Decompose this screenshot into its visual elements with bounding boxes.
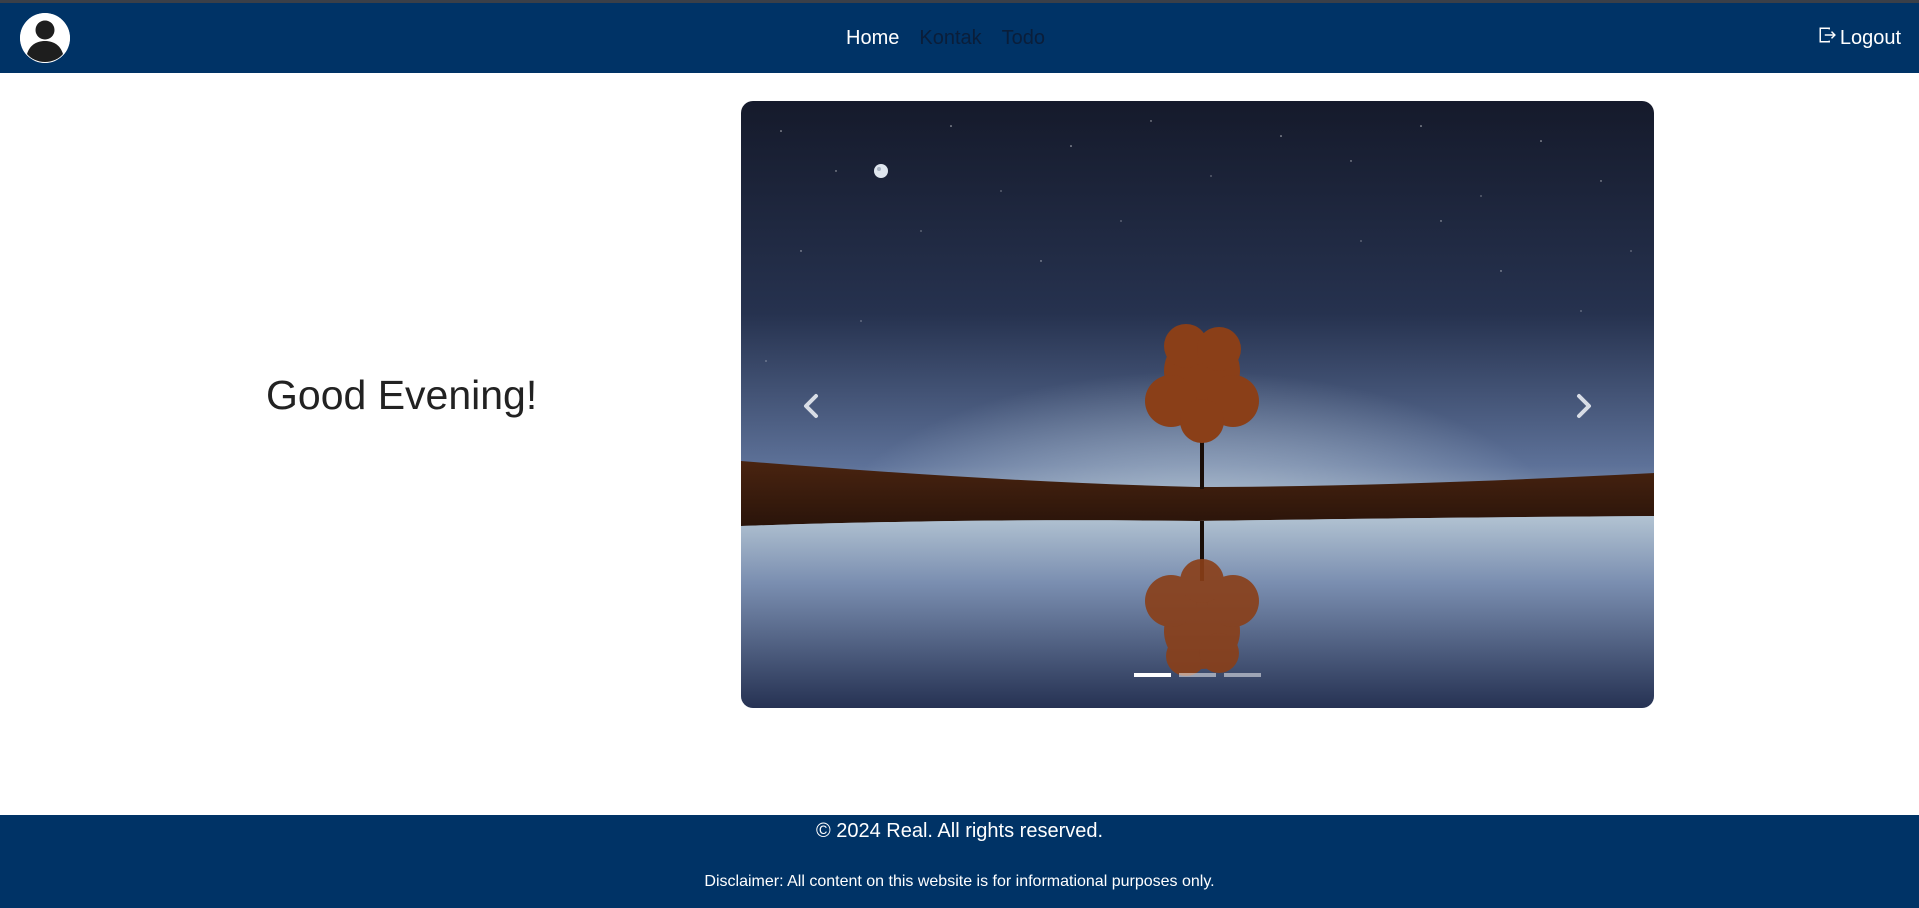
nav-link-todo[interactable]: Todo — [1002, 27, 1045, 50]
navbar: Home Kontak Todo Logout — [0, 3, 1919, 73]
carousel-next-button[interactable] — [1554, 371, 1614, 441]
carousel-indicator-2[interactable] — [1179, 673, 1216, 677]
nav-link-kontak[interactable]: Kontak — [919, 27, 981, 50]
user-avatar-icon[interactable] — [20, 13, 70, 63]
carousel-prev-button[interactable] — [781, 371, 841, 441]
disclaimer-text: Disclaimer: All content on this website … — [704, 873, 1215, 890]
chevron-left-icon — [804, 394, 818, 418]
night-tree-lake-image — [741, 101, 1654, 708]
carousel-indicator-3[interactable] — [1224, 673, 1261, 677]
logout-button[interactable]: Logout — [1818, 3, 1901, 73]
carousel-indicator-1[interactable] — [1134, 673, 1171, 677]
carousel-indicators — [741, 673, 1654, 677]
logout-label: Logout — [1839, 26, 1901, 49]
image-carousel — [741, 101, 1654, 708]
nav-link-home[interactable]: Home — [846, 27, 899, 50]
footer: © 2024 Real. All rights reserved. Discla… — [0, 815, 1919, 908]
box-arrow-right-icon — [1818, 26, 1836, 50]
copyright-text: © 2024 Real. All rights reserved. — [815, 820, 1104, 842]
chevron-right-icon — [1577, 394, 1591, 418]
greeting-heading: Good Evening! — [266, 372, 538, 418]
nav-menu: Home Kontak Todo — [846, 3, 1045, 73]
